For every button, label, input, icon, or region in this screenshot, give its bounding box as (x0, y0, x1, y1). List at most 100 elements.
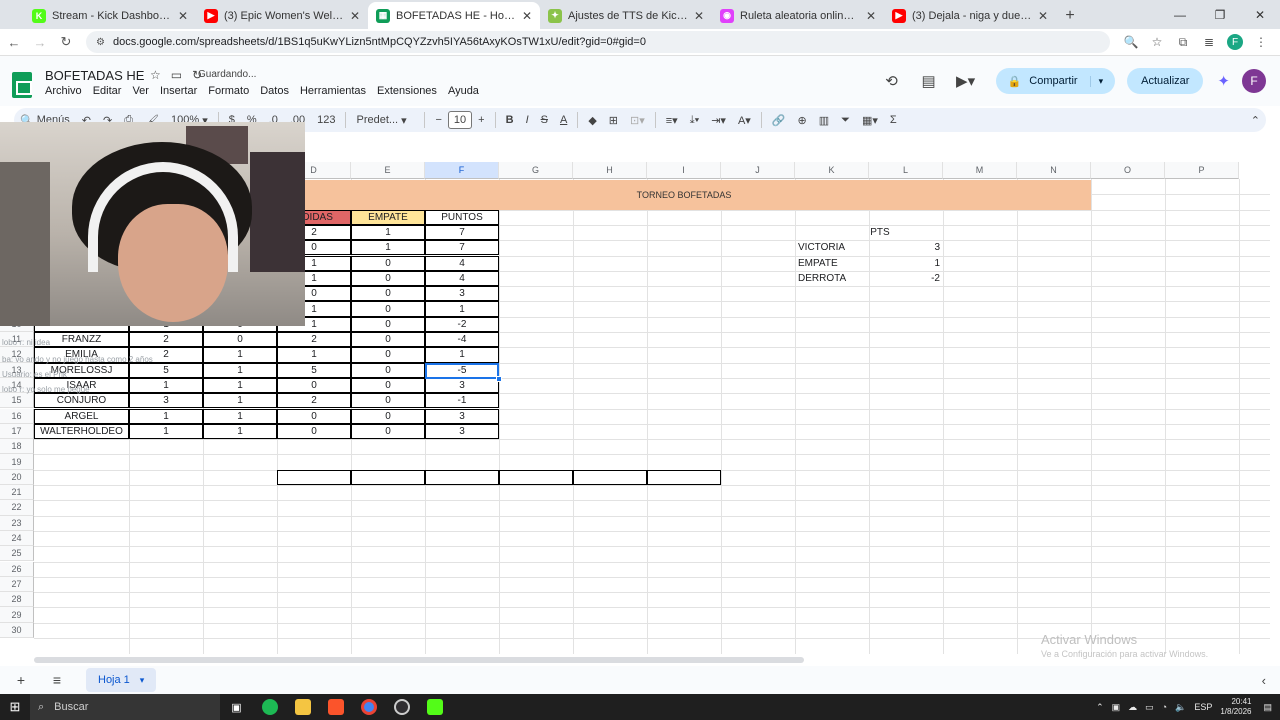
pts-label-cell[interactable]: DERROTA (795, 271, 869, 286)
horizontal-scrollbar[interactable] (34, 657, 804, 663)
volume-icon[interactable]: 🔈 (1175, 702, 1186, 713)
puntos-cell[interactable]: 7 (425, 240, 499, 256)
data-cell[interactable]: 2 (129, 332, 203, 348)
browser-tab[interactable]: ✦ Ajustes de TTS de KickBot ✕ (540, 2, 712, 29)
column-header[interactable]: K (795, 162, 869, 179)
italic-icon[interactable]: I (520, 108, 535, 132)
font-size-decrease-icon[interactable]: − (429, 108, 447, 132)
menu-item[interactable]: Ayuda (448, 85, 479, 97)
row-header[interactable]: 17 (0, 423, 34, 440)
empate-cell[interactable]: 0 (351, 362, 425, 378)
sheet-tab[interactable]: Hoja 1 ▾ (86, 668, 157, 692)
data-cell[interactable]: 1 (203, 393, 277, 409)
empate-cell[interactable]: 0 (351, 255, 425, 271)
empate-cell[interactable]: 1 (351, 240, 425, 256)
empate-cell[interactable]: 0 (351, 377, 425, 394)
insert-comment-icon[interactable]: ⊕ (792, 108, 813, 132)
row-header[interactable]: 15 (0, 393, 34, 409)
column-header[interactable]: G (499, 162, 573, 179)
close-tab-icon[interactable]: ✕ (178, 9, 188, 23)
horizontal-align-icon[interactable]: ≡▾ (660, 108, 684, 132)
empate-cell[interactable]: 0 (351, 301, 425, 317)
perdidas-cell[interactable]: 5 (277, 362, 351, 378)
puntos-cell[interactable]: 3 (425, 377, 499, 394)
fill-handle[interactable] (496, 375, 502, 382)
file-explorer-icon[interactable] (286, 694, 319, 720)
task-view-icon[interactable]: ▣ (220, 694, 253, 720)
player-name-cell[interactable]: CONJURO (34, 393, 129, 409)
minimize-icon[interactable]: — (1160, 0, 1200, 29)
empty-bordered-cell[interactable] (647, 469, 721, 485)
empty-bordered-cell[interactable] (277, 469, 351, 485)
reading-list-icon[interactable]: ≣ (1196, 31, 1222, 53)
browser-menu-icon[interactable]: ⋮ (1248, 31, 1274, 53)
avatar[interactable]: F (1242, 69, 1266, 93)
brave-icon[interactable] (319, 694, 352, 720)
star-icon[interactable]: ☆ (150, 68, 161, 82)
perdidas-cell[interactable]: 0 (277, 423, 351, 440)
puntos-cell[interactable]: -4 (425, 332, 499, 348)
notifications-icon[interactable]: ▤ (1263, 702, 1272, 713)
gemini-icon[interactable]: ✦ (1217, 72, 1230, 90)
data-cell[interactable]: 1 (203, 423, 277, 440)
pts-value-cell[interactable]: 1 (869, 256, 943, 271)
text-rotation-icon[interactable]: A▾ (732, 108, 757, 132)
data-cell[interactable]: 1 (203, 347, 277, 363)
empate-cell[interactable]: 0 (351, 347, 425, 363)
empate-cell[interactable]: 0 (351, 408, 425, 424)
empate-cell[interactable]: 0 (351, 393, 425, 409)
fill-color-icon[interactable]: ◆ (582, 108, 602, 132)
url-input[interactable]: ⚙ docs.google.com/spreadsheets/d/1BS1q5u… (86, 31, 1110, 53)
font-select[interactable]: Predet... ▾ (350, 108, 420, 132)
restore-icon[interactable]: ❐ (1200, 0, 1240, 29)
move-folder-icon[interactable]: ▭ (171, 68, 182, 82)
pts-label-cell[interactable]: VICTORIA (795, 240, 869, 255)
empate-cell[interactable]: 0 (351, 270, 425, 287)
comments-icon[interactable]: ▤ (914, 68, 944, 94)
data-cell[interactable]: 5 (129, 362, 203, 378)
row-header[interactable]: 23 (0, 515, 34, 531)
display-icon[interactable]: ▭ (1145, 702, 1154, 713)
version-history-icon[interactable]: ⟲ (877, 68, 907, 94)
header-empate[interactable]: EMPATE (351, 209, 425, 225)
share-button[interactable]: 🔒 Compartir ▾ (995, 68, 1116, 94)
windows-start-icon[interactable]: ⊞ (0, 699, 30, 715)
tray-chevron-icon[interactable]: ⌃ (1096, 702, 1104, 713)
row-header[interactable]: 18 (0, 439, 34, 455)
kick-app-icon[interactable] (418, 694, 451, 720)
data-cell[interactable]: 1 (203, 377, 277, 394)
data-cell[interactable]: 1 (129, 408, 203, 424)
tournament-banner[interactable]: TORNEO BOFETADAS (277, 180, 1091, 210)
language-indicator[interactable]: ESP (1194, 702, 1212, 712)
forward-icon[interactable]: → (28, 30, 52, 54)
close-tab-icon[interactable]: ✕ (866, 9, 876, 23)
insert-link-icon[interactable]: 🔗 (766, 108, 792, 132)
puntos-cell[interactable]: 3 (425, 408, 499, 424)
meet-icon[interactable]: ▶▾ (951, 68, 981, 94)
new-tab-button[interactable]: + (1056, 2, 1084, 29)
browser-tab[interactable]: ◉ Ruleta aleatoria online – ruleta ✕ (712, 2, 884, 29)
back-icon[interactable]: ← (2, 30, 26, 54)
side-panel-toggle-icon[interactable]: ‹ (1262, 673, 1266, 688)
number-format-button[interactable]: 123 (311, 108, 341, 132)
merge-cells-icon[interactable]: ⊡▾ (624, 108, 651, 132)
puntos-cell[interactable]: 3 (425, 286, 499, 302)
chevron-down-icon[interactable]: ▾ (140, 675, 145, 686)
filter-views-icon[interactable]: ▦▾ (856, 108, 884, 132)
browser-profile-avatar[interactable]: F (1227, 34, 1243, 50)
text-wrap-icon[interactable]: ⇥▾ (705, 108, 732, 132)
text-color-icon[interactable]: A (554, 108, 573, 132)
sheets-logo-icon[interactable] (12, 72, 32, 98)
filter-icon[interactable]: ⏷ (835, 108, 856, 132)
puntos-cell[interactable]: 4 (425, 270, 499, 287)
menu-item[interactable]: Herramientas (300, 85, 366, 97)
column-header[interactable]: L (869, 162, 943, 179)
pts-value-cell[interactable]: -2 (869, 271, 943, 286)
close-tab-icon[interactable]: ✕ (522, 9, 532, 23)
perdidas-cell[interactable]: 2 (277, 332, 351, 348)
menu-item[interactable]: Ver (132, 85, 149, 97)
reload-icon[interactable]: ↻ (54, 30, 78, 54)
menu-item[interactable]: Editar (93, 85, 122, 97)
column-header[interactable]: M (943, 162, 1017, 179)
data-cell[interactable]: 1 (129, 423, 203, 440)
